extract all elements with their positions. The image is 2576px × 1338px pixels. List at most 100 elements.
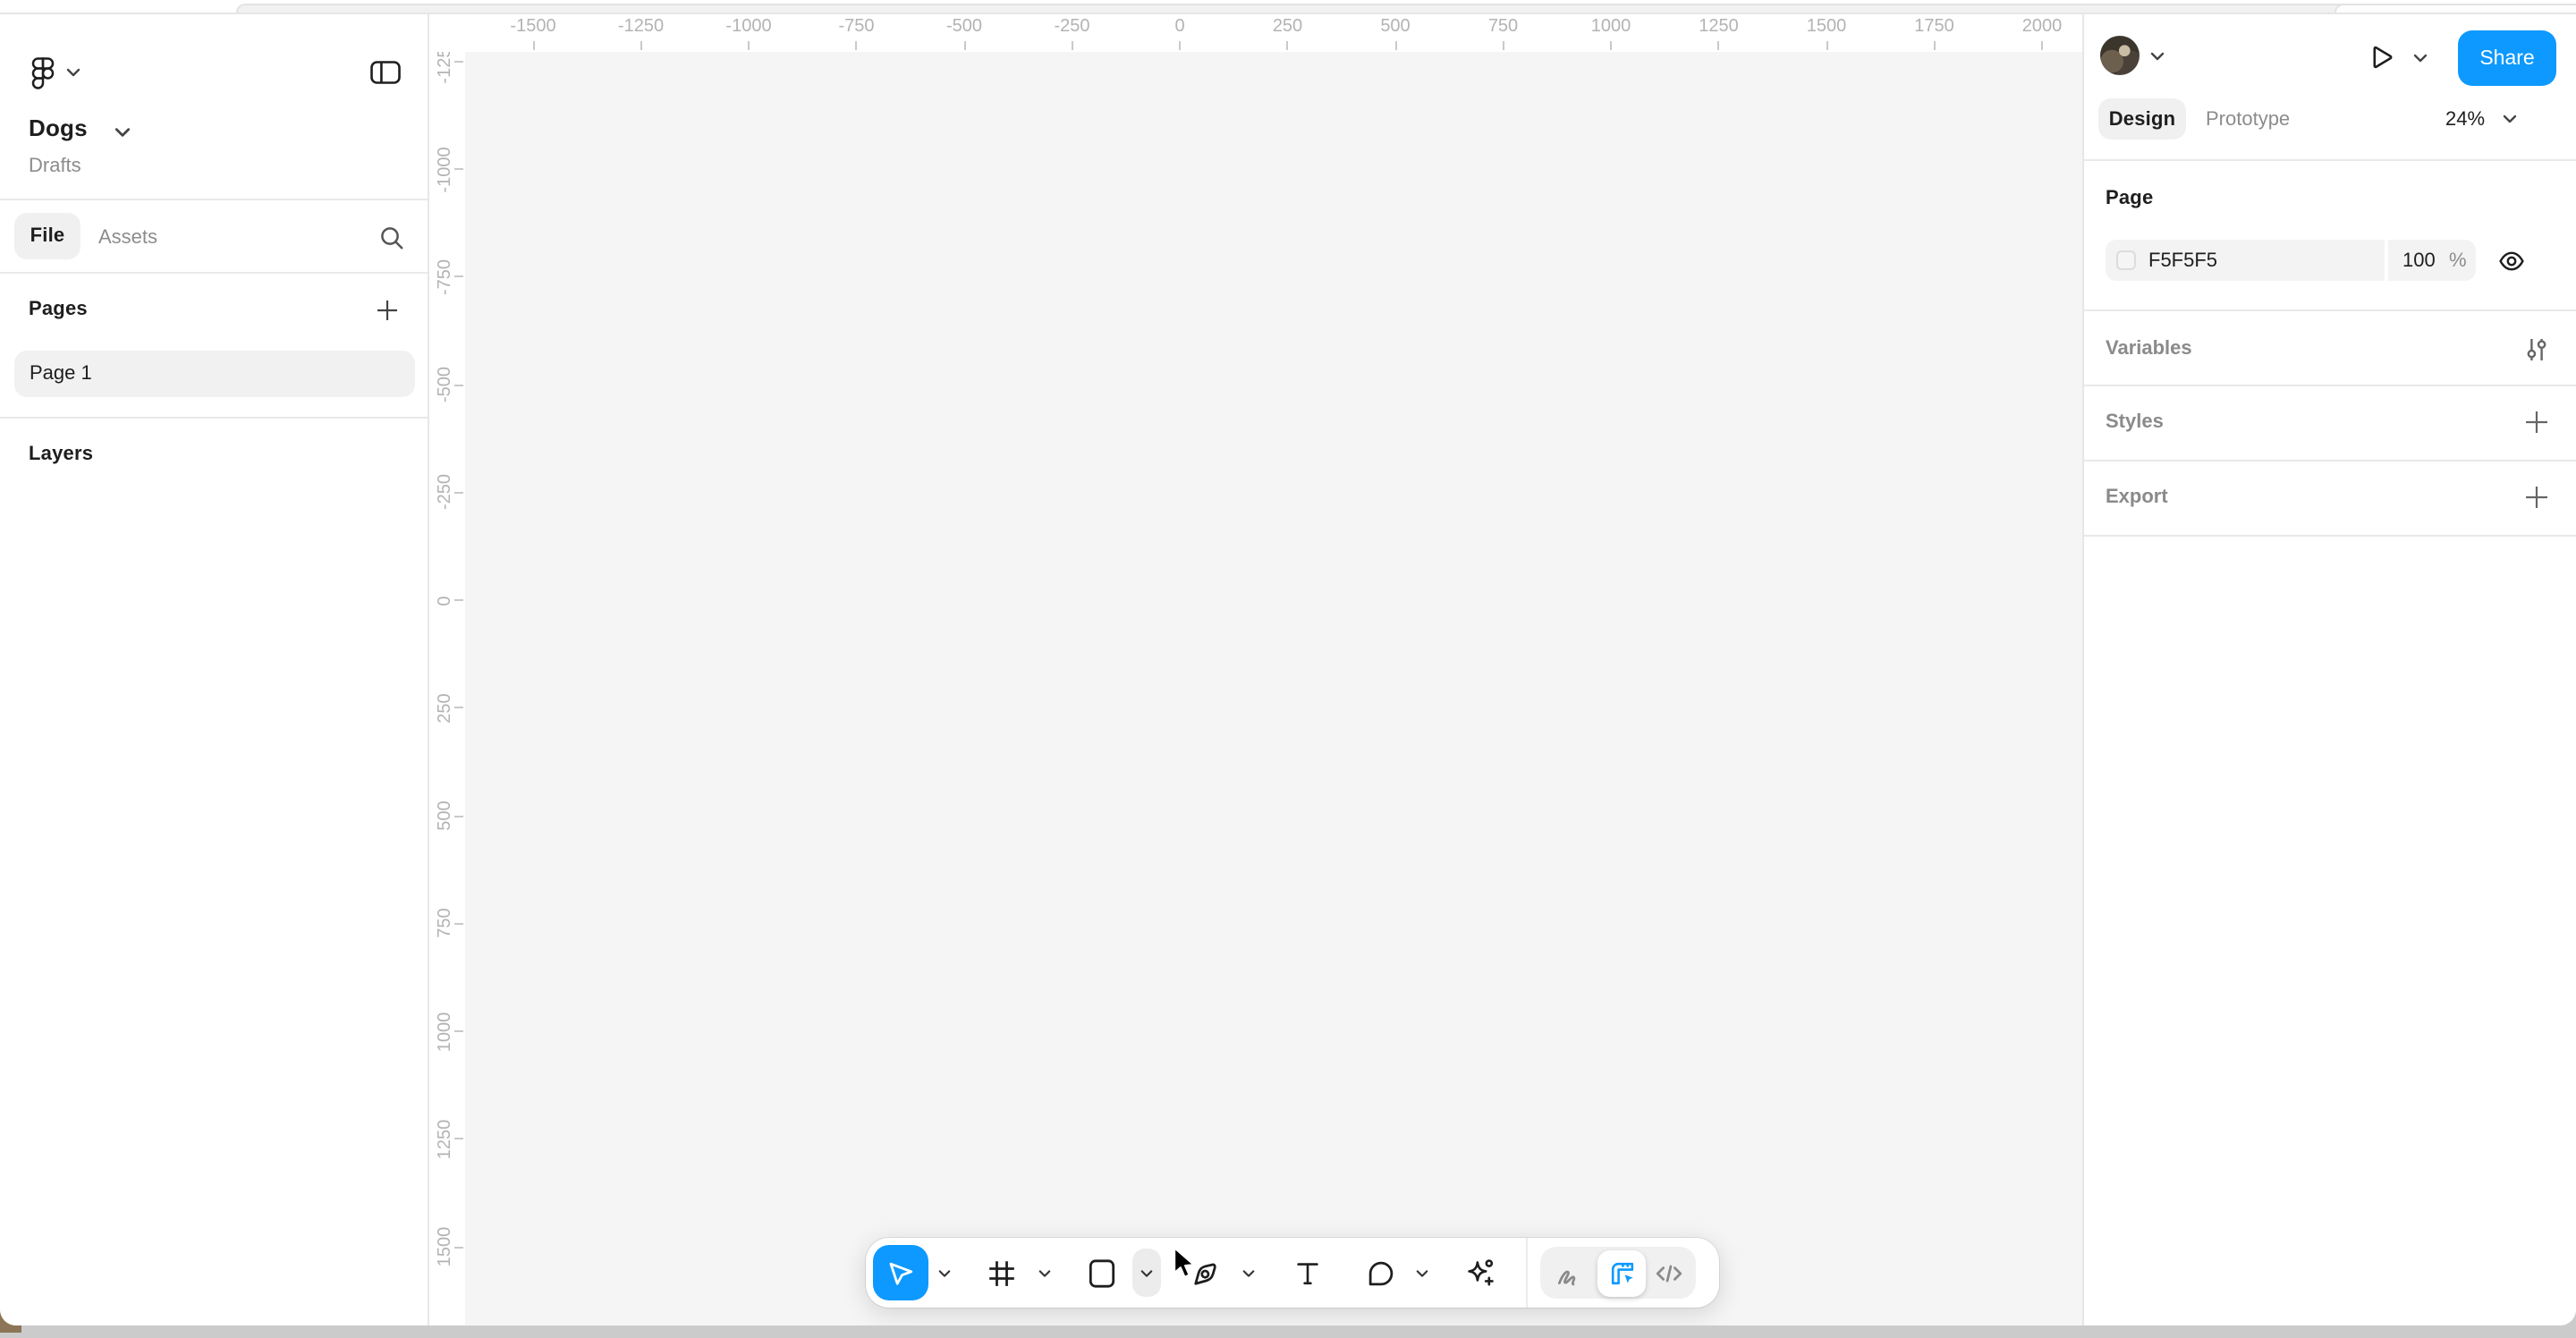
color-opacity-unit: % — [2449, 250, 2467, 271]
ruler-label: 250 — [1273, 17, 1302, 37]
ruler-label: -500 — [946, 17, 982, 37]
ruler-label: -1500 — [510, 17, 555, 37]
chevron-down-icon[interactable] — [1038, 1268, 1051, 1277]
file-title[interactable]: Dogs — [29, 114, 88, 141]
divider — [2084, 159, 2576, 161]
ruler-label: -250 — [436, 474, 455, 510]
draw-tool[interactable] — [1553, 1258, 1583, 1288]
tab-file-label: File — [30, 225, 65, 247]
zoom-level[interactable]: 24% — [2445, 109, 2485, 131]
rectangle-tool[interactable] — [1087, 1257, 1117, 1289]
ruler-tick — [1934, 41, 1936, 50]
canvas[interactable]: -1250-1000-750-500-250025050075010001250… — [429, 14, 2082, 1325]
share-button[interactable]: Share — [2458, 30, 2556, 86]
plus-icon — [2523, 409, 2548, 434]
figma-logo-icon — [30, 55, 55, 89]
present-button[interactable] — [2363, 41, 2395, 73]
ruler-label: 1000 — [436, 1012, 455, 1052]
variables-tune-icon — [2523, 335, 2548, 362]
ruler-label: 750 — [436, 909, 455, 938]
window-top-strip — [0, 0, 2576, 14]
dev-mode-toggle[interactable] — [1653, 1259, 1683, 1286]
ruler-label: 2000 — [2022, 17, 2063, 37]
tab-design[interactable]: Design — [2098, 98, 2186, 140]
ruler-tick — [532, 41, 534, 50]
ruler-label: -1250 — [618, 17, 664, 37]
page-section-header[interactable]: Page — [2106, 188, 2153, 209]
tab-design-label: Design — [2109, 108, 2176, 130]
add-export-button[interactable] — [2522, 483, 2549, 510]
ruler-tick — [454, 276, 463, 278]
toggle-visibility-button[interactable] — [2496, 245, 2526, 275]
ruler-label: -750 — [436, 258, 455, 294]
bottom-toolbar — [866, 1238, 1719, 1308]
pages-header[interactable]: Pages — [29, 299, 88, 320]
actions-tool[interactable] — [1463, 1257, 1496, 1289]
export-section-header[interactable]: Export — [2106, 487, 2168, 508]
collapse-panel-icon — [370, 61, 401, 84]
divider — [2084, 460, 2576, 462]
vertical-ruler[interactable]: -1250-1000-750-500-250025050075010001250… — [429, 14, 465, 1325]
toolbar-divider — [1526, 1238, 1528, 1308]
color-swatch[interactable] — [2116, 250, 2136, 270]
input-separator — [2385, 240, 2388, 281]
ruler-label: 1500 — [1807, 17, 1847, 37]
layers-header[interactable]: Layers — [29, 444, 93, 465]
page-list-item-selected[interactable]: Page 1 — [14, 351, 415, 397]
avatar[interactable] — [2100, 36, 2140, 75]
ruler-tick — [2041, 41, 2043, 50]
chevron-down-icon[interactable] — [114, 127, 131, 138]
tab-prototype[interactable]: Prototype — [2206, 109, 2290, 131]
open-variables-button[interactable] — [2522, 334, 2549, 363]
ruler-tick — [1610, 41, 1612, 50]
color-opacity-value[interactable]: 100 — [2402, 250, 2436, 271]
text-tool[interactable] — [1293, 1258, 1322, 1287]
add-style-button[interactable] — [2522, 408, 2549, 435]
chevron-down-icon[interactable] — [938, 1268, 951, 1277]
ruler-tick — [1503, 41, 1504, 50]
move-tool[interactable] — [873, 1245, 928, 1300]
frame-tool[interactable] — [987, 1258, 1017, 1288]
ruler-label: 0 — [1174, 17, 1184, 37]
color-hex-value[interactable]: F5F5F5 — [2148, 250, 2217, 271]
main-menu-button[interactable] — [29, 54, 57, 89]
divider — [0, 199, 428, 200]
ruler-tick — [1826, 41, 1827, 50]
styles-section-header[interactable]: Styles — [2106, 411, 2164, 433]
collapse-sidebar-button[interactable] — [369, 59, 402, 86]
ruler-label: 1000 — [1591, 17, 1631, 37]
ruler-tick — [1394, 41, 1396, 50]
add-page-button[interactable] — [374, 297, 399, 322]
chevron-down-icon[interactable] — [2413, 54, 2428, 63]
ruler-tick — [1179, 41, 1181, 50]
page-name: Page 1 — [30, 363, 92, 385]
variables-section-header[interactable]: Variables — [2106, 338, 2192, 360]
chevron-down-icon[interactable] — [2503, 114, 2517, 123]
horizontal-ruler[interactable]: -1500-1250-1000-750-500-2500250500750100… — [429, 14, 2082, 52]
ruler-tick — [856, 41, 858, 50]
chevron-down-icon[interactable] — [1140, 1268, 1153, 1277]
chevron-down-icon[interactable] — [2150, 52, 2165, 61]
tab-assets[interactable]: Assets — [98, 227, 157, 249]
ruler-tick — [963, 41, 965, 50]
tab-file[interactable]: File — [14, 213, 80, 259]
ruler-label: 1250 — [1699, 17, 1739, 37]
ruler-label: 500 — [1380, 17, 1410, 37]
design-mode-toggle[interactable] — [1597, 1249, 1646, 1296]
ruler-label: 1250 — [436, 1119, 455, 1159]
divider — [2084, 309, 2576, 311]
divider — [0, 417, 428, 419]
page-color-row[interactable]: F5F5F5 100 % — [2106, 240, 2476, 281]
comment-tool[interactable] — [1366, 1258, 1396, 1288]
ruler-label: -750 — [838, 17, 874, 37]
design-mode-icon — [1607, 1258, 1636, 1287]
divider — [2084, 385, 2576, 386]
search-button[interactable] — [377, 224, 404, 250]
ruler-tick — [748, 41, 750, 50]
chevron-down-icon[interactable] — [1416, 1268, 1428, 1277]
app-window: Dogs Drafts File Assets Pages Page 1 — [0, 0, 2576, 1325]
breadcrumb[interactable]: Drafts — [29, 156, 81, 177]
chevron-down-icon[interactable] — [66, 68, 80, 77]
plus-icon — [2523, 484, 2548, 509]
chevron-down-icon[interactable] — [1242, 1268, 1255, 1277]
